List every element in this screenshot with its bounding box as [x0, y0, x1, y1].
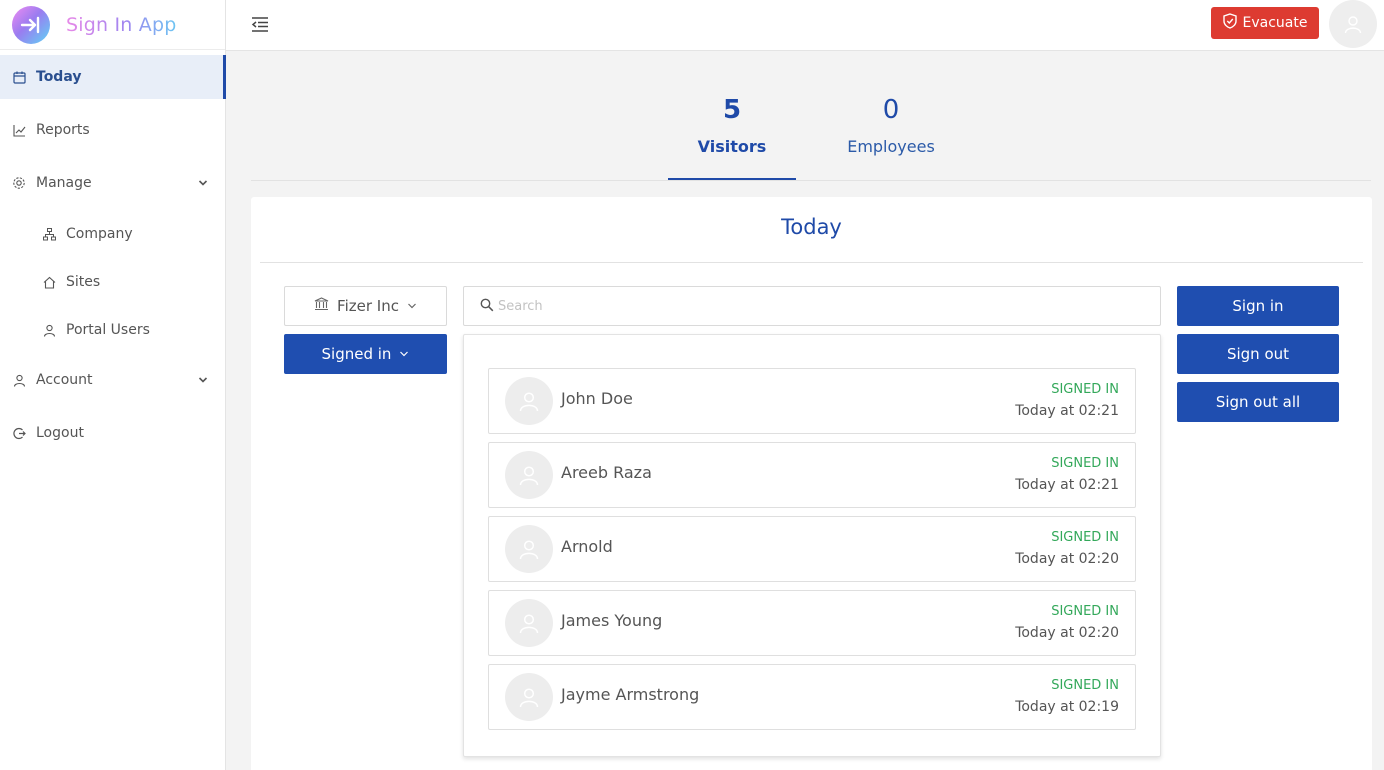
sidebar-item-label: Logout: [36, 425, 84, 441]
visitor-name: Areeb Raza: [561, 463, 652, 482]
visitor-list: John Doe SIGNED IN Today at 02:21 Areeb …: [463, 334, 1161, 757]
sidebar-item-today[interactable]: Today: [0, 55, 226, 99]
evacuate-label: Evacuate: [1242, 15, 1308, 31]
visitor-name: Jayme Armstrong: [561, 685, 700, 704]
sign-out-button[interactable]: Sign out: [1177, 334, 1339, 374]
visitors-label: Visitors: [697, 137, 767, 156]
sidebar-item-account[interactable]: Account: [0, 358, 226, 402]
sidebar-item-sites[interactable]: Sites: [0, 260, 226, 304]
tab-employees[interactable]: 0 Employees: [828, 95, 954, 156]
card-divider: [260, 262, 1363, 263]
page-title: Today: [781, 215, 842, 239]
sign-in-button[interactable]: Sign in: [1177, 286, 1339, 326]
active-tab-indicator: [668, 178, 796, 180]
status-badge: SIGNED IN: [1051, 530, 1119, 545]
sidebar-item-label: Manage: [36, 175, 92, 191]
sidebar-item-label: Account: [36, 372, 93, 388]
list-item[interactable]: John Doe SIGNED IN Today at 02:21: [488, 368, 1136, 434]
chevron-down-icon: [198, 373, 208, 389]
avatar: [505, 673, 553, 721]
sidebar-item-logout[interactable]: Logout: [0, 411, 226, 455]
avatar: [505, 377, 553, 425]
tabs-divider: [251, 180, 1371, 181]
visitor-time: Today at 02:19: [1015, 699, 1119, 715]
gear-icon: [12, 176, 26, 190]
brand[interactable]: Sign In App: [0, 0, 225, 50]
chevron-down-icon: [198, 176, 208, 192]
sidebar-item-label: Portal Users: [66, 322, 150, 338]
list-item[interactable]: Areeb Raza SIGNED IN Today at 02:21: [488, 442, 1136, 508]
status-badge: SIGNED IN: [1051, 456, 1119, 471]
employees-count: 0: [882, 95, 900, 125]
home-icon: [42, 275, 56, 289]
company-filter-label: Fizer Inc: [337, 297, 399, 315]
shield-icon: [1222, 13, 1237, 33]
line-chart-icon: [12, 123, 26, 137]
list-item[interactable]: Arnold SIGNED IN Today at 02:20: [488, 516, 1136, 582]
visitor-time: Today at 02:20: [1015, 551, 1119, 567]
avatar-placeholder-icon: [519, 392, 539, 412]
avatar-placeholder-icon: [1344, 16, 1362, 34]
app-logo-icon: [12, 5, 50, 44]
chevron-down-icon: [399, 345, 409, 363]
avatar: [505, 451, 553, 499]
list-item[interactable]: James Young SIGNED IN Today at 02:20: [488, 590, 1136, 656]
sidebar-item-label: Today: [36, 69, 82, 85]
sidebar-item-label: Company: [66, 226, 133, 242]
calendar-icon: [12, 70, 26, 84]
employees-label: Employees: [847, 137, 935, 156]
list-item[interactable]: Jayme Armstrong SIGNED IN Today at 02:19: [488, 664, 1136, 730]
sidebar-item-label: Sites: [66, 274, 101, 290]
user-icon: [42, 323, 56, 337]
visitor-name: Arnold: [561, 537, 613, 556]
menu-toggle-icon[interactable]: [250, 14, 270, 34]
tab-visitors[interactable]: 5 Visitors: [668, 95, 796, 156]
search-box[interactable]: [463, 286, 1161, 326]
visitor-name: James Young: [561, 611, 663, 630]
status-badge: SIGNED IN: [1051, 382, 1119, 397]
visitor-name: John Doe: [561, 389, 633, 408]
search-input[interactable]: [498, 298, 1138, 314]
org-chart-icon: [42, 227, 56, 241]
sidebar: Sign In App Today Reports Manage Company…: [0, 0, 226, 770]
app-name: Sign In App: [66, 13, 177, 36]
bank-icon: [314, 297, 329, 315]
status-badge: SIGNED IN: [1051, 604, 1119, 619]
chevron-down-icon: [407, 297, 417, 315]
avatar: [505, 599, 553, 647]
sidebar-item-company[interactable]: Company: [0, 212, 226, 256]
sidebar-item-portal-users[interactable]: Portal Users: [0, 308, 226, 352]
search-icon: [480, 297, 494, 316]
visitor-time: Today at 02:20: [1015, 625, 1119, 641]
visitor-time: Today at 02:21: [1015, 403, 1119, 419]
visitor-time: Today at 02:21: [1015, 477, 1119, 493]
topbar: Evacuate: [226, 0, 1384, 51]
avatar-placeholder-icon: [519, 614, 539, 634]
evacuate-button[interactable]: Evacuate: [1211, 7, 1319, 39]
user-avatar[interactable]: [1329, 0, 1377, 48]
avatar-placeholder-icon: [519, 466, 539, 486]
company-filter-dropdown[interactable]: Fizer Inc: [284, 286, 447, 326]
sign-out-all-button[interactable]: Sign out all: [1177, 382, 1339, 422]
sidebar-item-reports[interactable]: Reports: [0, 108, 226, 152]
sidebar-item-label: Reports: [36, 122, 90, 138]
user-icon: [12, 373, 26, 387]
status-filter-dropdown[interactable]: Signed in: [284, 334, 447, 374]
avatar: [505, 525, 553, 573]
avatar-placeholder-icon: [519, 540, 539, 560]
logout-icon: [12, 426, 26, 440]
avatar-placeholder-icon: [519, 688, 539, 708]
status-badge: SIGNED IN: [1051, 678, 1119, 693]
sidebar-item-manage[interactable]: Manage: [0, 161, 226, 205]
status-filter-label: Signed in: [321, 345, 392, 363]
visitors-count: 5: [722, 95, 742, 125]
